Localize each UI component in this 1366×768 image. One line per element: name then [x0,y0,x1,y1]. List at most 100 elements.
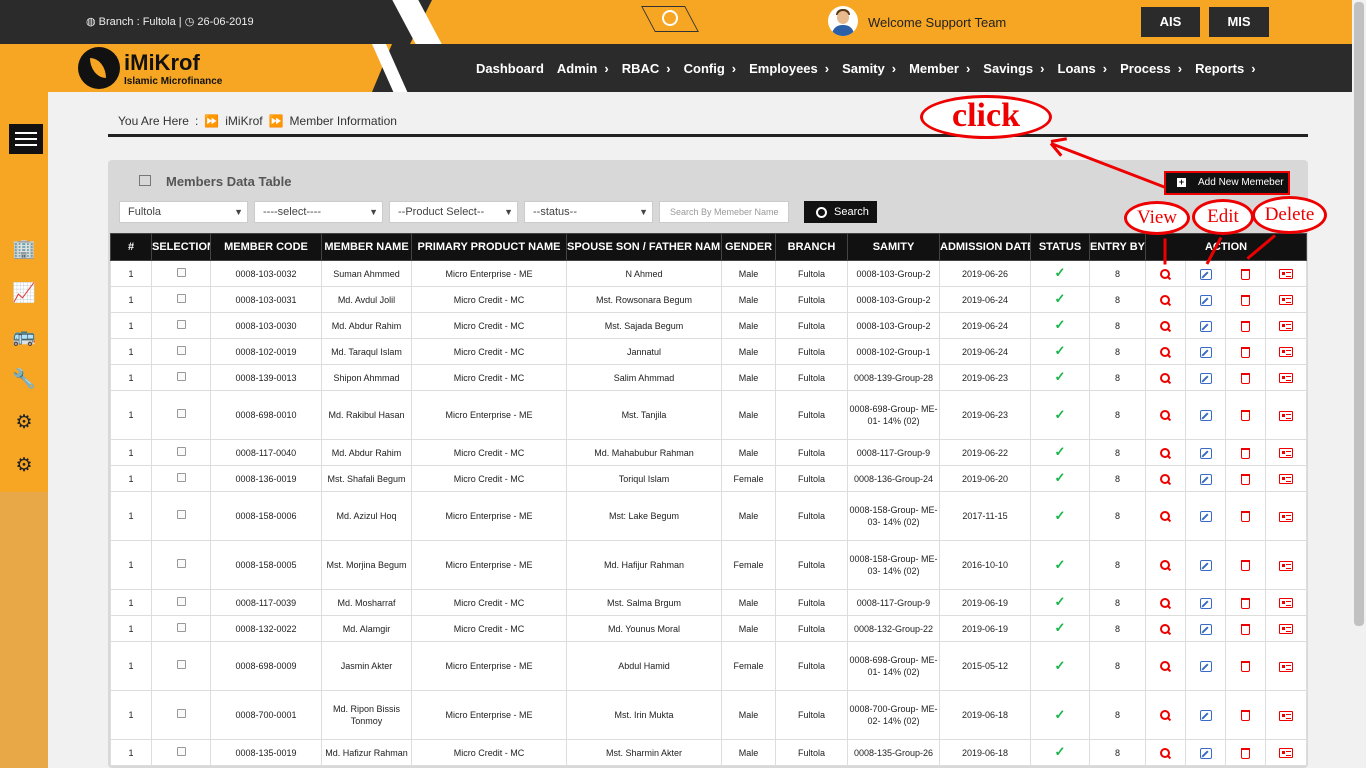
edit-action[interactable] [1185,260,1226,287]
mis-button[interactable]: MIS [1209,7,1269,37]
tools-icon[interactable]: 🔧 [12,368,36,392]
settings-icon[interactable]: ⚙ [12,454,36,478]
nav-item-samity[interactable]: Samity › [842,61,896,76]
view-icon[interactable] [1160,623,1171,635]
edit-icon[interactable] [1199,447,1212,459]
view-icon[interactable] [1160,294,1171,306]
view-icon[interactable] [1160,597,1171,609]
product-select[interactable]: --Product Select-- ▼ [389,201,518,223]
id-card-action[interactable] [1264,690,1308,740]
edit-action[interactable] [1185,641,1226,691]
row-checkbox[interactable] [151,465,211,492]
nav-item-admin[interactable]: Admin › [557,61,609,76]
delete-action[interactable] [1225,364,1266,391]
checkbox[interactable] [176,345,186,355]
delete-icon[interactable] [1241,320,1250,332]
id-card-icon[interactable] [1279,448,1294,459]
id-card-icon[interactable] [1279,710,1294,721]
delete-icon[interactable] [1241,447,1250,459]
nav-item-process[interactable]: Process › [1120,61,1182,76]
edit-icon[interactable] [1199,410,1212,422]
edit-action[interactable] [1185,589,1226,616]
edit-icon[interactable] [1199,346,1212,358]
view-action[interactable] [1145,465,1186,492]
search-button[interactable]: Search [804,201,877,223]
edit-icon[interactable] [1199,320,1212,332]
edit-action[interactable] [1185,615,1226,642]
id-card-action[interactable] [1264,312,1308,339]
checkbox[interactable] [176,409,186,418]
checkbox[interactable] [176,622,186,632]
view-icon[interactable] [1160,473,1171,485]
checkbox[interactable] [176,293,186,303]
checkbox[interactable] [176,446,186,456]
edit-action[interactable] [1185,390,1226,440]
view-action[interactable] [1145,364,1186,391]
delete-action[interactable] [1225,338,1266,365]
view-icon[interactable] [1160,372,1171,384]
view-icon[interactable] [1160,410,1171,421]
row-checkbox[interactable] [151,615,211,642]
delete-icon[interactable] [1241,268,1250,280]
id-card-icon[interactable] [1279,373,1294,384]
view-icon[interactable] [1160,661,1171,672]
view-icon[interactable] [1160,320,1171,332]
delete-icon[interactable] [1241,372,1250,384]
checkbox[interactable] [176,596,186,606]
nav-item-employees[interactable]: Employees › [749,61,829,76]
view-action[interactable] [1145,338,1186,365]
delete-icon[interactable] [1241,410,1250,422]
page-scrollbar[interactable] [1352,0,1366,768]
id-card-action[interactable] [1264,364,1308,391]
view-icon[interactable] [1160,747,1171,759]
row-checkbox[interactable] [151,540,211,590]
add-new-member-button[interactable]: Add New Memeber [1164,171,1290,195]
row-checkbox[interactable] [151,364,211,391]
delete-icon[interactable] [1241,747,1250,759]
edit-icon[interactable] [1199,473,1212,485]
building-icon[interactable]: 🏢 [12,238,36,262]
edit-icon[interactable] [1199,623,1212,635]
id-card-action[interactable] [1264,739,1308,766]
edit-icon[interactable] [1199,294,1212,306]
delete-action[interactable] [1225,690,1266,740]
id-card-icon[interactable] [1279,511,1294,522]
id-card-action[interactable] [1264,465,1308,492]
row-checkbox[interactable] [151,286,211,313]
id-card-action[interactable] [1264,589,1308,616]
id-card-action[interactable] [1264,641,1308,691]
id-card-action[interactable] [1264,286,1308,313]
delete-action[interactable] [1225,439,1266,466]
id-card-action[interactable] [1264,338,1308,365]
view-icon[interactable] [1160,511,1171,522]
member-name-search-input[interactable]: Search By Memeber Name [659,201,789,223]
edit-icon[interactable] [1199,747,1212,759]
edit-action[interactable] [1185,739,1226,766]
delete-action[interactable] [1225,641,1266,691]
edit-icon[interactable] [1199,710,1212,722]
edit-icon[interactable] [1199,597,1212,609]
edit-action[interactable] [1185,439,1226,466]
edit-action[interactable] [1185,690,1226,740]
nav-item-config[interactable]: Config › [684,61,737,76]
nav-item-reports[interactable]: Reports › [1195,61,1255,76]
edit-icon[interactable] [1199,560,1212,572]
checkbox[interactable] [176,660,186,669]
id-card-action[interactable] [1264,439,1308,466]
edit-action[interactable] [1185,364,1226,391]
row-checkbox[interactable] [151,690,211,740]
row-checkbox[interactable] [151,390,211,440]
row-checkbox[interactable] [151,439,211,466]
nav-item-dashboard[interactable]: Dashboard [476,61,544,76]
chart-icon[interactable]: 📈 [12,282,36,306]
delete-action[interactable] [1225,615,1266,642]
ais-button[interactable]: AIS [1141,7,1200,37]
edit-action[interactable] [1185,491,1226,541]
hamburger-menu-icon[interactable] [9,124,43,154]
view-icon[interactable] [1160,560,1171,571]
view-icon[interactable] [1160,346,1171,358]
branch-select[interactable]: Fultola ▼ [119,201,248,223]
view-action[interactable] [1145,615,1186,642]
delete-icon[interactable] [1241,661,1250,673]
edit-action[interactable] [1185,312,1226,339]
